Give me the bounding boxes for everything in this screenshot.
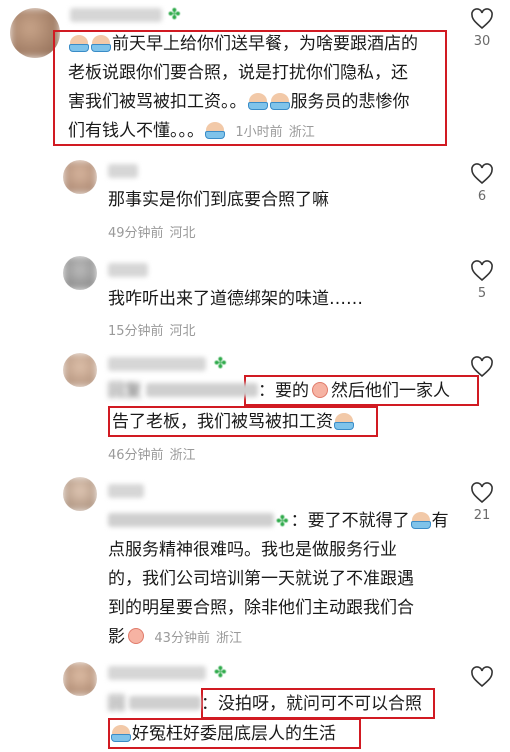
reply-target[interactable] <box>129 696 201 710</box>
like-button[interactable] <box>469 666 495 688</box>
avatar[interactable] <box>63 662 97 696</box>
crying-face-emoji <box>205 121 225 139</box>
four-leaf-clover-icon: ✤ <box>214 354 227 372</box>
avatar[interactable] <box>63 256 97 290</box>
heart-outline-icon <box>471 356 493 378</box>
reply-prefix: 回复 <box>108 381 142 401</box>
heart-outline-icon <box>471 482 493 504</box>
heart-outline-icon <box>471 666 493 688</box>
crying-face-emoji <box>91 34 111 52</box>
comment-text[interactable]: 那事实是你们到底要合照了嘛 <box>108 186 329 215</box>
heart-outline-icon <box>471 260 493 282</box>
comment-text[interactable]: 我咋听出来了道德绑架的味道…… <box>108 285 363 314</box>
comment-text[interactable]: 的，我们公司培训第一天就说了不准跟遇 <box>108 565 414 594</box>
comment-time: 46分钟前 <box>108 448 164 463</box>
like-button[interactable]: 5 <box>469 260 495 301</box>
comment-time: 49分钟前 <box>108 226 164 241</box>
nickname[interactable] <box>108 357 206 371</box>
crying-face-emoji <box>334 412 354 430</box>
crying-face-emoji <box>410 511 431 529</box>
comment-text[interactable]: 影 43分钟前 浙江 <box>108 623 248 653</box>
shy-face-emoji <box>126 627 146 645</box>
like-button[interactable]: 30 <box>469 8 495 49</box>
avatar[interactable] <box>63 353 97 387</box>
crying-face-emoji <box>111 724 131 742</box>
comment-location: 河北 <box>169 226 196 241</box>
reply-prefix: 回 <box>108 694 125 714</box>
like-count: 6 <box>477 189 487 204</box>
comment-location: 浙江 <box>215 631 242 646</box>
crying-face-emoji <box>69 34 89 52</box>
heart-outline-icon <box>471 163 493 185</box>
shy-face-emoji <box>310 381 330 399</box>
avatar[interactable] <box>63 477 97 511</box>
comment-text[interactable]: 到的明星要合照，除非他们主动跟我们合 <box>108 594 414 623</box>
crying-face-emoji <box>269 92 290 110</box>
nickname[interactable] <box>108 164 138 178</box>
comment-text[interactable]: ✤ ：要了不就得了有 <box>108 507 449 536</box>
nickname[interactable] <box>108 484 144 498</box>
comment-text[interactable]: 害我们被骂被扣工资。。 服务员的悲惨你 <box>68 88 410 117</box>
comment-text[interactable]: 点服务精神很难吗。我也是做服务行业 <box>108 536 397 565</box>
comment-location: 浙江 <box>288 125 315 140</box>
four-leaf-clover-icon: ✤ <box>214 663 227 681</box>
comment-location: 浙江 <box>169 448 196 463</box>
nickname[interactable] <box>70 8 162 22</box>
comment-text[interactable]: 回：没拍呀，就问可不可以合照 <box>108 690 422 719</box>
like-button[interactable]: 21 <box>469 482 495 523</box>
like-count: 30 <box>473 34 491 49</box>
comment-location: 河北 <box>169 324 196 339</box>
four-leaf-clover-icon: ✤ <box>276 512 289 530</box>
like-button[interactable] <box>469 356 495 378</box>
like-button[interactable]: 6 <box>469 163 495 204</box>
comment-text[interactable]: 告了老板，我们被骂被扣工资 <box>112 408 355 437</box>
comment-text[interactable]: 回复 ：要的 然后他们一家人 <box>108 377 450 406</box>
comment-text[interactable]: 好冤枉好委屈底层人的生活 <box>110 720 336 749</box>
reply-target[interactable] <box>146 383 258 397</box>
comment-time: 1小时前 <box>235 125 283 140</box>
avatar[interactable] <box>63 160 97 194</box>
comment-text[interactable]: 老板说跟你们要合照，说是打扰你们隐私，还 <box>68 59 408 88</box>
comment-time: 15分钟前 <box>108 324 164 339</box>
like-count: 5 <box>477 286 487 301</box>
heart-outline-icon <box>471 8 493 30</box>
nickname[interactable] <box>108 666 206 680</box>
crying-face-emoji <box>247 92 268 110</box>
like-count: 21 <box>473 508 491 523</box>
comment-time: 43分钟前 <box>154 631 210 646</box>
reply-target[interactable] <box>108 513 274 527</box>
nickname[interactable] <box>108 263 148 277</box>
comment-text[interactable]: 前天早上给你们送早餐，为啥要跟酒店的 <box>68 30 418 59</box>
comment-text[interactable]: 们有钱人不懂。。。 1小时前 浙江 <box>68 117 321 147</box>
four-leaf-clover-icon: ✤ <box>168 5 181 23</box>
